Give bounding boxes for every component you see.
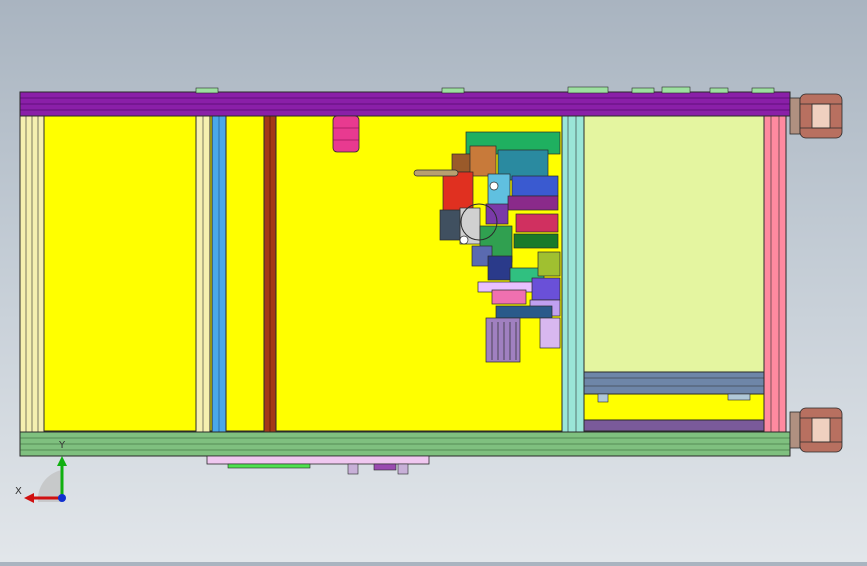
triad-graphic xyxy=(24,456,67,503)
wheel-bottom xyxy=(789,407,843,453)
bottom-plate xyxy=(206,455,430,465)
right-rail xyxy=(583,371,765,395)
axis-triad: X Y xyxy=(12,440,82,510)
model-drawing xyxy=(19,86,843,475)
pink-cylinder xyxy=(332,115,360,153)
middle-post xyxy=(561,115,585,433)
x-axis-label: X xyxy=(15,486,22,497)
right-bottom-rail xyxy=(583,419,765,432)
y-axis-label: Y xyxy=(59,440,66,451)
right-panel xyxy=(583,115,765,373)
right-post xyxy=(763,115,787,433)
cad-viewport[interactable]: X Y xyxy=(0,0,867,562)
wheel-top xyxy=(789,93,843,139)
